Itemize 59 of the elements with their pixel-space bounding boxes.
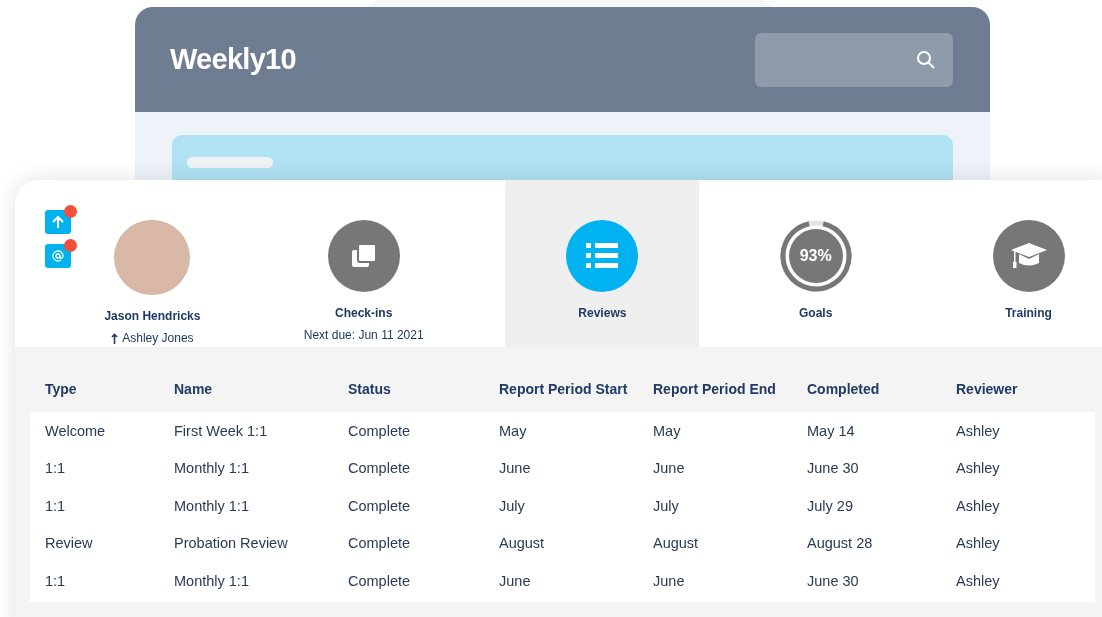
column-header: Reviewer (955, 379, 1019, 399)
table-cell-text: June (652, 571, 686, 591)
table-cell-text: 1:1 (44, 459, 67, 479)
table-cell-text: May (498, 421, 528, 441)
table-cell-text: 1:1 (44, 496, 67, 516)
table-cell-text: First Week 1:1 (173, 421, 269, 441)
column-header: Completed (806, 379, 881, 399)
table-cell-text: Monthly 1:1 (173, 496, 250, 516)
column-header: Type (44, 379, 78, 399)
table-cell-text: Complete (347, 459, 412, 479)
goal-percent: 93% (799, 246, 832, 266)
tab-subtitle: Next due: Jun 11 2021 (303, 327, 424, 344)
table-cell-text: August (498, 534, 546, 554)
logo: Weekly10 (170, 41, 296, 77)
tab-label: Reviews (578, 305, 627, 322)
tab-label: Goals (799, 305, 833, 322)
tab-label: Jason Hendricks (104, 308, 201, 325)
table-cell-text: Ashley (955, 534, 1001, 554)
table-cell-text: Complete (347, 534, 412, 554)
table-cell-text: Monthly 1:1 (173, 571, 250, 591)
search-icon (916, 49, 936, 70)
table-cell-text: June 30 (806, 571, 860, 591)
table-cell-text: Complete (347, 571, 412, 591)
table-cell-text: August 28 (806, 534, 874, 554)
table-cell-text: August (652, 534, 700, 554)
table-cell-text: July (498, 496, 526, 516)
table-cell-text: Complete (347, 421, 412, 441)
table-cell-text: June (652, 459, 686, 479)
table-cell-text: Ashley (955, 496, 1001, 516)
up-arrow-icon (51, 215, 65, 229)
column-header: Report Period Start (498, 379, 629, 399)
table-cell-text: June (498, 459, 532, 479)
at-sign-icon (52, 250, 64, 262)
table-cell-text: Ashley (955, 459, 1001, 479)
table-cell-text: Complete (347, 496, 412, 516)
tab-label: Check-ins (335, 305, 393, 322)
tab-subtitle: Ashley Jones (122, 330, 194, 347)
up-arrow-icon (111, 332, 119, 344)
table-cell-text: Review (44, 534, 94, 554)
table-cell-text: June 30 (806, 459, 860, 479)
table-cell-text: Probation Review (173, 534, 289, 554)
table-cell-text: July 29 (806, 496, 854, 516)
table-cell-text: June (498, 571, 532, 591)
table-cell-text: Welcome (44, 421, 107, 441)
mention-button[interactable] (45, 244, 71, 268)
upload-button[interactable] (45, 210, 71, 234)
table-cell-text: Ashley (955, 571, 1001, 591)
table-cell-text: Monthly 1:1 (173, 459, 250, 479)
search-field[interactable] (755, 32, 953, 87)
table-cell-text: 1:1 (44, 571, 67, 591)
table-cell-text: May 14 (806, 421, 856, 441)
nav-tab[interactable]: Reviews (505, 180, 700, 347)
column-header: Status (347, 379, 392, 399)
table-cell-text: May (652, 421, 682, 441)
tab-label: Training (1005, 305, 1052, 322)
table-cell-text: July (652, 496, 680, 516)
column-header: Report Period End (652, 379, 777, 399)
table-cell-text: Ashley (955, 421, 1001, 441)
column-header: Name (173, 379, 214, 399)
